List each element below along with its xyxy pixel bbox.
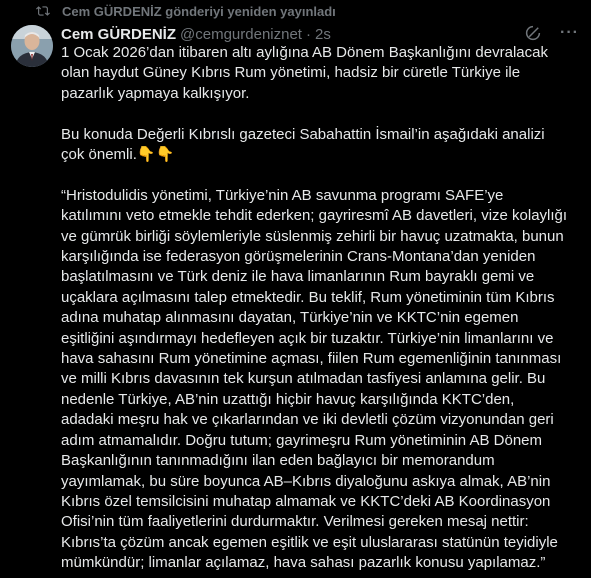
tweet-line: adına muhatap alınmasını dayatan, Türkiy…: [61, 309, 519, 327]
avatar-image: [11, 25, 53, 67]
tweet-line: uçaklara açılmasını talep etmektedir. Bu…: [61, 288, 555, 306]
repost-icon: [36, 6, 50, 16]
repost-indicator[interactable]: Cem GÜRDENİZ gönderiyi yeniden yayınladı: [36, 2, 336, 20]
tweet-line: eşitliğini aşındırmayı hedefleyen açık b…: [61, 329, 554, 347]
author-name[interactable]: Cem GÜRDENİZ: [61, 26, 176, 43]
tweet-line: Bu konuda Değerli Kıbrıslı gazeteci Saba…: [61, 125, 545, 143]
author-handle[interactable]: @cemgurdeniznet: [180, 26, 302, 43]
tweet-line: mümkündür; limanlar açılamaz, hava sahas…: [61, 554, 546, 572]
tweet-line: pazarlık yapmaya kalkışıyor.: [61, 84, 250, 102]
more-options-icon[interactable]: ···: [560, 24, 579, 42]
tweet-line: Başkanlığının tanınmadığını ilan eden ba…: [61, 452, 495, 470]
repost-label: Cem GÜRDENİZ gönderiyi yeniden yayınladı: [62, 3, 336, 19]
tweet-line: “Hristodulidis yönetimi, Türkiye’nin AB …: [61, 186, 504, 204]
tweet-actions-top: ···: [524, 24, 579, 42]
tweet-line: katılımını veto etmekle tehdit ederken; …: [61, 207, 568, 225]
tweet-line: olan haydut Güney Kıbrıs Rum yönetimi, h…: [61, 64, 521, 82]
tweet-line: ve milli Kıbrıs davasının tek kurşun atı…: [61, 370, 546, 388]
post-time[interactable]: 2s: [315, 26, 331, 43]
avatar[interactable]: [11, 25, 53, 67]
tweet-line: başlatılmasını ve Türk deniz ile hava li…: [61, 268, 535, 286]
tweet-line: Ofisi’nin tüm faaliyetlerini durdurmaktı…: [61, 513, 529, 531]
tweet-line: karşılığında ise federasyon görüşmelerin…: [61, 248, 536, 266]
tweet-line: nedenle Türkiye, AB’nin uzattığı hiçbir …: [61, 390, 515, 408]
tweet-line: hava sahasını Rum yönetimine açması, fii…: [61, 350, 562, 368]
tweet-line: ve gümrük birliği söylemleriyle süslenmi…: [61, 227, 564, 245]
tweet-line: Kıbrıs’ta çözüm ancak egemen eşitlik ve …: [61, 533, 558, 551]
grok-icon[interactable]: [524, 24, 542, 42]
separator-dot: ·: [305, 25, 311, 43]
tweet-text: 1 Ocak 2026’dan itibaren altı aylığına A…: [61, 43, 586, 574]
tweet-line: adadaki meşru hak ve çıkarlarından ve ik…: [61, 411, 554, 429]
tweet-header: Cem GÜRDENİZ @cemgurdeniznet · 2s: [61, 24, 331, 44]
tweet-line: adım atmamalıdır. Doğru tutum; gayrimeşr…: [61, 431, 543, 449]
tweet-line: Kıbrıs özel temsilcisini muhatap almamak…: [61, 492, 551, 510]
tweet-line: yayımlamak, bu süre boyunca AB–Kıbrıs di…: [61, 472, 551, 490]
tweet-line: 1 Ocak 2026’dan itibaren altı aylığına A…: [61, 44, 548, 61]
tweet-line: çok önemli.👇👇: [61, 146, 175, 164]
